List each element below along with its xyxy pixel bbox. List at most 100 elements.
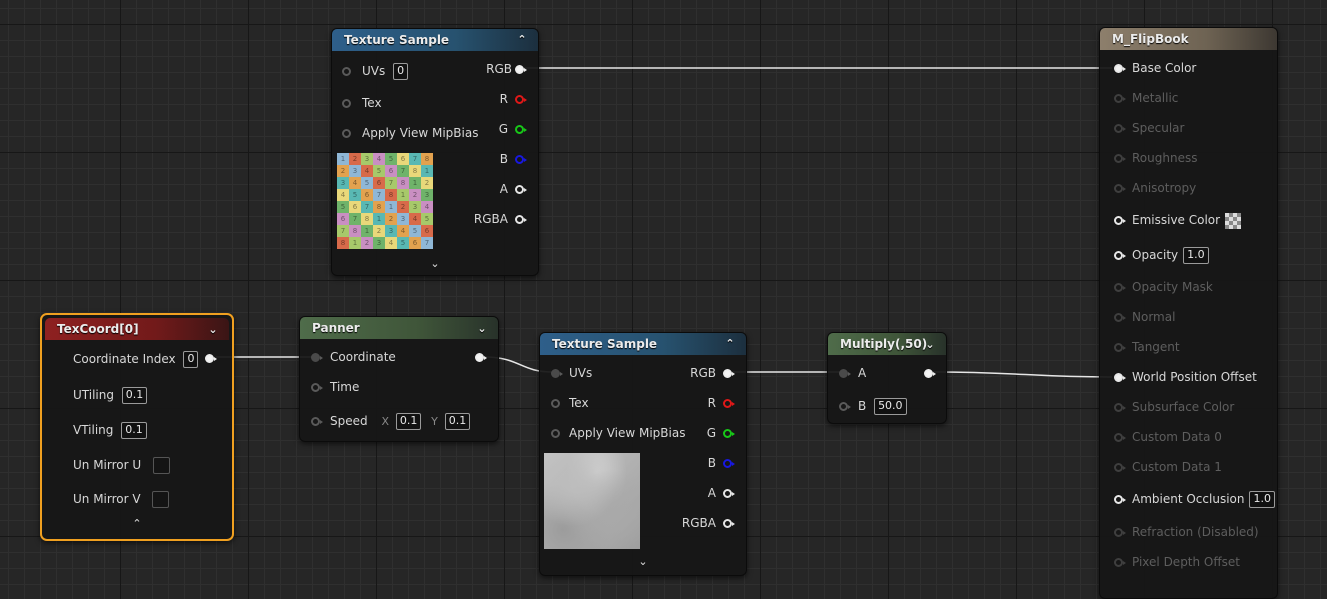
utiling-row[interactable]: UTiling 0.1 bbox=[73, 385, 148, 405]
material-input-pin-icon bbox=[1114, 184, 1126, 193]
collapse-chevron-icon[interactable]: ⌄ bbox=[475, 318, 489, 340]
rgba-output-pin-icon[interactable] bbox=[515, 215, 527, 224]
collapse-chevron-icon[interactable]: ⌃ bbox=[515, 29, 529, 51]
multiply-node[interactable]: Multiply(,50) ⌄ A B 50.0 bbox=[827, 332, 947, 424]
tex-pin-icon[interactable] bbox=[342, 99, 351, 108]
coordinate-index-row[interactable]: Coordinate Index 0 bbox=[73, 349, 199, 369]
vtiling-field[interactable]: 0.1 bbox=[121, 422, 147, 439]
material-input-pin-icon[interactable] bbox=[1114, 216, 1126, 225]
texcoord-output-pin-icon[interactable] bbox=[205, 354, 217, 363]
thumbnail-cell: 5 bbox=[409, 225, 421, 237]
panner-header[interactable]: Panner ⌄ bbox=[300, 317, 498, 339]
vtiling-row[interactable]: VTiling 0.1 bbox=[73, 420, 147, 440]
thumbnail-cell: 8 bbox=[337, 237, 349, 249]
b-output-pin-icon[interactable] bbox=[723, 459, 735, 468]
mip-input-row[interactable]: Apply View MipBias bbox=[342, 123, 482, 143]
material-pin-value-field[interactable]: 1.0 bbox=[1249, 491, 1275, 508]
coordinate-index-field[interactable]: 0 bbox=[183, 351, 199, 368]
uvs-input-row[interactable]: UVs 0 bbox=[342, 61, 442, 81]
utiling-field[interactable]: 0.1 bbox=[121, 387, 148, 404]
time-input-pin-icon[interactable] bbox=[311, 383, 323, 392]
material-input-pin-icon[interactable] bbox=[1114, 373, 1126, 382]
mip-label: Apply View MipBias bbox=[362, 126, 479, 140]
b-output-pin-icon[interactable] bbox=[515, 155, 527, 164]
multiply-header[interactable]: Multiply(,50) ⌄ bbox=[828, 333, 946, 355]
thumbnail-cell: 6 bbox=[337, 213, 349, 225]
texcoord-node[interactable]: TexCoord[0] ⌄ Coordinate Index 0 UTiling… bbox=[40, 313, 234, 541]
thumbnail-cell: 2 bbox=[337, 165, 349, 177]
node-title: Texture Sample bbox=[552, 337, 658, 351]
unmirror-u-checkbox[interactable] bbox=[152, 457, 170, 474]
b-row[interactable]: B 50.0 bbox=[858, 396, 907, 416]
unmirror-v-row[interactable]: Un Mirror V bbox=[73, 489, 170, 509]
speed-x-field[interactable]: 0.1 bbox=[395, 413, 422, 430]
mip-pin-icon[interactable] bbox=[342, 129, 351, 138]
material-pin-label: Tangent bbox=[1132, 340, 1180, 354]
material-pin-row[interactable]: Opacity 1.0 bbox=[1114, 245, 1209, 265]
tex-input-row[interactable]: Tex bbox=[342, 93, 442, 113]
a-output-label: A bbox=[499, 182, 508, 196]
thumbnail-cell: 2 bbox=[397, 201, 409, 213]
material-input-pin-icon[interactable] bbox=[1114, 64, 1126, 73]
b-value-field[interactable]: 50.0 bbox=[874, 398, 907, 415]
speed-row[interactable]: Speed X 0.1 Y 0.1 bbox=[330, 411, 471, 431]
thumbnail-cell: 7 bbox=[337, 225, 349, 237]
uvs-pin-icon[interactable] bbox=[342, 67, 351, 76]
rgba-output-pin-icon[interactable] bbox=[723, 519, 735, 528]
thumbnail-cell: 4 bbox=[409, 213, 421, 225]
texture-sample-node-bottom[interactable]: Texture Sample ⌃ UVs Tex Apply View MipB… bbox=[539, 332, 747, 576]
a-output-pin-icon[interactable] bbox=[723, 489, 735, 498]
panner-output-pin-icon[interactable] bbox=[475, 353, 487, 362]
g-output-pin-icon[interactable] bbox=[723, 429, 735, 438]
node-title: Multiply(,50) bbox=[840, 337, 928, 351]
panner-node[interactable]: Panner ⌄ Coordinate Time Speed X 0.1 Y 0… bbox=[299, 316, 499, 442]
coordinate-input-pin-icon[interactable] bbox=[311, 353, 323, 362]
material-input-pin-icon[interactable] bbox=[1114, 251, 1126, 260]
expand-chevron-icon[interactable]: ⌄ bbox=[332, 257, 538, 270]
material-pin-value-field[interactable]: 1.0 bbox=[1183, 247, 1209, 264]
b-input-pin-icon[interactable] bbox=[839, 402, 851, 411]
material-pin-row[interactable]: Base Color bbox=[1114, 58, 1197, 78]
material-result-node[interactable]: M_FlipBook Base Color Metallic Specular Rou… bbox=[1099, 27, 1278, 599]
mip-input-pin-icon[interactable] bbox=[551, 429, 560, 438]
material-pin-row[interactable]: World Position Offset bbox=[1114, 367, 1257, 387]
texture-sample-node-top[interactable]: Texture Sample ⌃ UVs 0 Tex Apply View Mi… bbox=[331, 28, 539, 276]
rgb-output-pin-icon[interactable] bbox=[723, 369, 735, 378]
material-input-pin-icon[interactable] bbox=[1114, 495, 1126, 504]
material-pin-row[interactable]: Emissive Color bbox=[1114, 210, 1242, 230]
material-pin-label: Base Color bbox=[1132, 61, 1197, 75]
r-output-pin-icon[interactable] bbox=[515, 95, 527, 104]
a-input-pin-icon[interactable] bbox=[839, 369, 851, 378]
tex-input-pin-icon[interactable] bbox=[551, 399, 560, 408]
uvs-value-field[interactable]: 0 bbox=[393, 63, 409, 80]
collapse-chevron-icon[interactable]: ⌄ bbox=[206, 319, 220, 341]
speed-input-pin-icon[interactable] bbox=[311, 417, 323, 426]
material-header[interactable]: M_FlipBook bbox=[1100, 28, 1277, 50]
uvs-input-pin-icon[interactable] bbox=[551, 369, 563, 378]
thumbnail-cell: 6 bbox=[361, 189, 373, 201]
g-output-pin-icon[interactable] bbox=[515, 125, 527, 134]
material-pin-label: Normal bbox=[1132, 310, 1176, 324]
collapse-advanced-chevron-icon[interactable]: ⌃ bbox=[42, 517, 232, 530]
speed-y-field[interactable]: 0.1 bbox=[444, 413, 471, 430]
unmirror-u-row[interactable]: Un Mirror U bbox=[73, 455, 170, 475]
multiply-output-pin-icon[interactable] bbox=[924, 369, 936, 378]
material-input-pin-icon bbox=[1114, 528, 1126, 537]
checker-icon[interactable] bbox=[1225, 212, 1242, 229]
texcoord-header[interactable]: TexCoord[0] ⌄ bbox=[45, 318, 229, 340]
speed-y-label: Y bbox=[431, 415, 438, 428]
material-pin-label: Opacity Mask bbox=[1132, 280, 1213, 294]
material-pin-row[interactable]: Ambient Occlusion 1.0 bbox=[1114, 489, 1275, 509]
texture-sample-header[interactable]: Texture Sample ⌃ bbox=[540, 333, 746, 355]
thumbnail-cell: 8 bbox=[385, 189, 397, 201]
rgb-output-pin-icon[interactable] bbox=[515, 65, 527, 74]
collapse-chevron-icon[interactable]: ⌃ bbox=[723, 333, 737, 355]
rgba-output-label: RGBA bbox=[473, 212, 508, 226]
unmirror-v-checkbox[interactable] bbox=[152, 491, 170, 508]
texture-sample-header[interactable]: Texture Sample ⌃ bbox=[332, 29, 538, 51]
a-output-pin-icon[interactable] bbox=[515, 185, 527, 194]
expand-chevron-icon[interactable]: ⌄ bbox=[540, 555, 746, 568]
collapse-chevron-icon[interactable]: ⌄ bbox=[923, 334, 937, 356]
r-output-pin-icon[interactable] bbox=[723, 399, 735, 408]
thumbnail-cell: 1 bbox=[409, 177, 421, 189]
